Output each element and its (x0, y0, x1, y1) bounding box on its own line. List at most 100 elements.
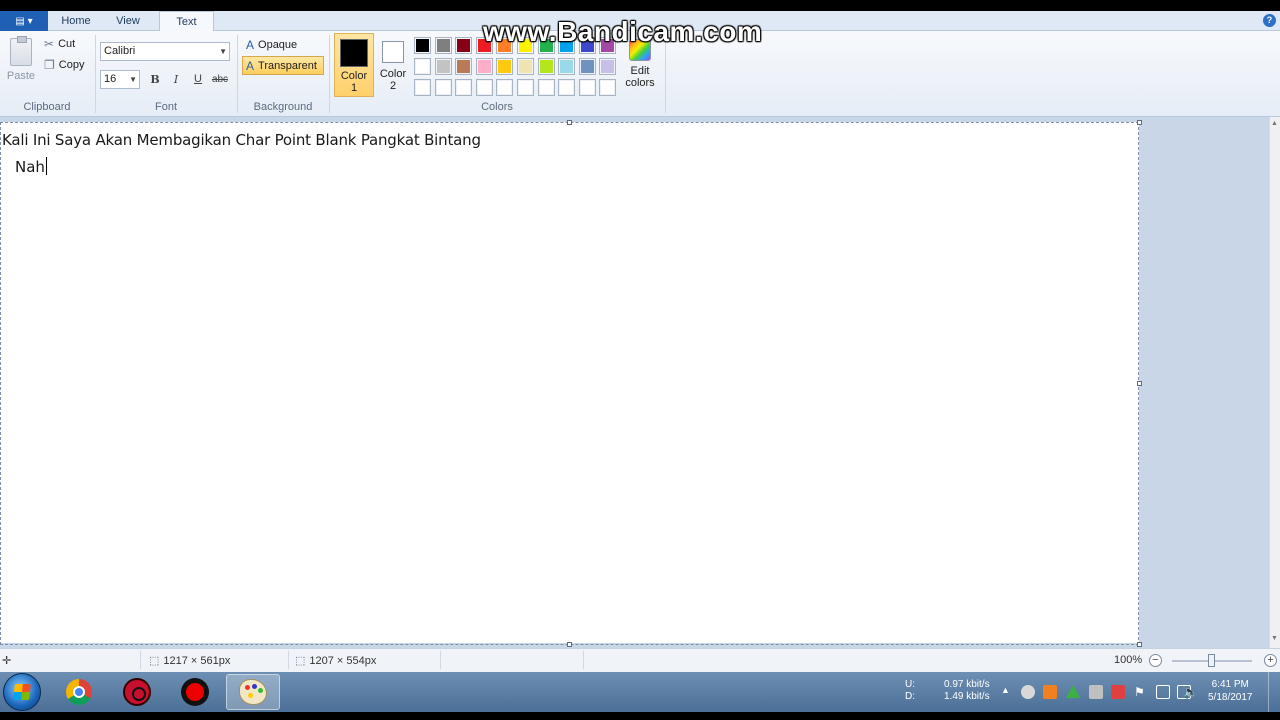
palette-swatch[interactable] (434, 37, 452, 54)
swatch-fill (560, 81, 574, 94)
screen-icon[interactable] (1156, 685, 1170, 699)
palette-swatch[interactable] (434, 79, 452, 96)
paste-label: Paste (6, 70, 36, 82)
letterbox-top (0, 0, 1280, 11)
edit-colors-label-2: colors (625, 77, 655, 89)
palette-swatch[interactable] (475, 79, 493, 96)
show-desktop-button[interactable] (1268, 672, 1280, 712)
scroll-up-icon[interactable]: ▲ (1271, 120, 1278, 127)
net-speed-labels: U: D: (905, 679, 915, 703)
palette-swatch[interactable] (537, 79, 555, 96)
selection-size-value: 1217 × 561px (163, 654, 231, 667)
palette-swatch[interactable] (578, 58, 596, 75)
palette-swatch[interactable] (517, 79, 534, 96)
taskbar-pointblank[interactable] (110, 674, 164, 710)
color1-button[interactable]: Color 1 (334, 33, 374, 97)
divider (140, 651, 141, 669)
swatch-fill (416, 60, 429, 73)
file-menu-icon: ▤ ▾ (15, 15, 33, 27)
palette-swatch[interactable] (558, 58, 576, 75)
zoom-in-button[interactable]: + (1264, 654, 1277, 667)
help-icon[interactable]: ? (1263, 14, 1276, 27)
underline-button[interactable]: U (188, 70, 208, 89)
strikethrough-button[interactable]: abc (210, 70, 230, 89)
speaker-icon[interactable]: 🔈 (1183, 685, 1198, 699)
palette-swatch[interactable] (517, 58, 534, 75)
copy-button[interactable]: ❐ Copy (44, 58, 84, 72)
swatch-fill (580, 60, 594, 73)
palette-swatch[interactable] (558, 79, 576, 96)
italic-button[interactable]: I (166, 70, 186, 89)
font-size-select[interactable]: 16 ▼ (100, 70, 140, 89)
divider (583, 651, 584, 669)
colors-group-label: Colors (481, 101, 513, 113)
copy-icon: ❐ (44, 58, 55, 72)
tools-icon[interactable] (1089, 685, 1103, 699)
swatch-fill (519, 60, 532, 73)
edit-colors-label: Edit (630, 65, 650, 77)
transparent-button[interactable]: A Transparent (242, 56, 324, 75)
palette-swatch[interactable] (537, 58, 555, 75)
windows-start-icon[interactable] (3, 673, 41, 711)
palette-swatch[interactable] (455, 58, 473, 75)
zoom-slider-thumb[interactable] (1208, 654, 1215, 667)
paste-button[interactable]: Paste (6, 35, 36, 91)
tab-text[interactable]: Text (159, 11, 214, 32)
palette-swatch[interactable] (455, 37, 473, 54)
swatch-fill (457, 60, 471, 73)
show-hidden-icons-icon[interactable]: ▲ (1001, 685, 1015, 699)
palette-swatch[interactable] (599, 58, 617, 75)
avast-icon[interactable] (1043, 685, 1057, 699)
pointblank-icon (123, 678, 151, 706)
download-speed: 1.49 kbit/s (944, 691, 990, 702)
file-menu-button[interactable]: ▤ ▾ (0, 11, 48, 31)
selection-icon: ⬚ (149, 655, 160, 667)
network-meter-icon[interactable] (1021, 685, 1035, 699)
taskbar-chrome[interactable] (52, 674, 106, 710)
swatch-fill (601, 60, 615, 73)
palette-swatch[interactable] (455, 79, 473, 96)
vertical-scrollbar[interactable]: ▲ ▼ (1269, 117, 1280, 648)
palette-swatch[interactable] (496, 79, 514, 96)
zoom-level: 100% (1114, 654, 1143, 666)
cut-label: Cut (58, 38, 76, 50)
zoom-out-button[interactable]: − (1149, 654, 1162, 667)
action-center-flag-icon[interactable]: ⚑ (1134, 685, 1148, 699)
palette-swatch[interactable] (434, 58, 452, 75)
resize-handle-top[interactable] (567, 120, 572, 125)
font-family-select[interactable]: Calibri ▼ (100, 42, 230, 61)
palette-swatch[interactable] (414, 79, 431, 96)
swatch-fill (477, 60, 491, 73)
swatch-fill (601, 81, 615, 94)
green-triangle-icon[interactable] (1066, 685, 1080, 698)
resize-handle-top-right[interactable] (1137, 120, 1142, 125)
resize-handle-bottom-right[interactable] (1137, 642, 1142, 647)
palette-swatch[interactable] (475, 58, 493, 75)
font-family-value: Calibri (104, 45, 136, 57)
tab-view[interactable]: View (104, 11, 152, 31)
workspace: Kali Ini Saya Akan Membagikan Char Point… (0, 117, 1269, 648)
swatch-fill (498, 60, 512, 73)
letterbox-bottom (0, 712, 1280, 720)
resize-handle-bottom[interactable] (567, 642, 572, 647)
opaque-button[interactable]: A Opaque (243, 36, 300, 54)
palette-swatch[interactable] (578, 79, 596, 96)
clock[interactable]: 6:41 PM 5/18/2017 (1208, 678, 1253, 704)
palette-swatch[interactable] (414, 37, 431, 54)
tab-home[interactable]: Home (52, 11, 100, 31)
palette-swatch[interactable] (496, 58, 514, 75)
app-tray-icon[interactable] (1111, 685, 1125, 699)
clipboard-icon (10, 36, 32, 66)
palette-swatch[interactable] (414, 58, 431, 75)
resize-handle-right[interactable] (1137, 381, 1142, 386)
scroll-down-icon[interactable]: ▼ (1271, 635, 1278, 642)
chevron-down-icon: ▼ (129, 75, 137, 84)
system-tray: U: D: 0.97 kbit/s 1.49 kbit/s ▲ ⚑ 🔈 6:41… (900, 672, 1280, 712)
palette-swatch[interactable] (599, 79, 617, 96)
cut-button[interactable]: ✂ Cut (44, 37, 75, 51)
taskbar-bandicam[interactable] (168, 674, 222, 710)
color2-button[interactable]: Color 2 (376, 33, 410, 97)
bold-button[interactable]: B (145, 70, 165, 89)
taskbar-paint[interactable] (226, 674, 280, 710)
clipboard-group-label: Clipboard (23, 101, 71, 113)
